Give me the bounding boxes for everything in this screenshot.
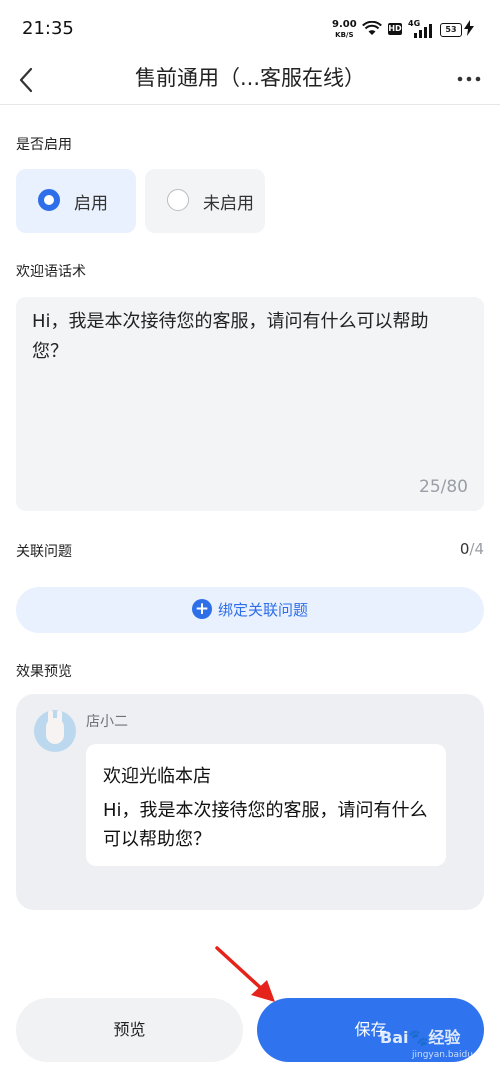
wifi-icon [362, 20, 382, 41]
related-count-current: 0 [459, 540, 470, 558]
page-title: 售前通用（...客服在线） [134, 66, 366, 90]
charging-icon [464, 20, 474, 40]
related-count: 0/4 [420, 540, 484, 558]
radio-selected-icon [38, 189, 60, 211]
network-speed-unit: KB/S [335, 31, 354, 39]
more-icon [457, 76, 481, 82]
enable-label: 是否启用 [16, 137, 72, 153]
watermark-url: jingyan.baidu.com [412, 1050, 496, 1060]
radio-unselected-icon [167, 189, 189, 211]
header-divider [0, 104, 500, 105]
welcome-label: 欢迎语话术 [16, 264, 86, 280]
bind-question-label: 绑定关联问题 [217, 601, 308, 619]
welcome-textarea[interactable]: Hi，我是本次接待您的客服，请问有什么可以帮助您？ 25/80 [16, 297, 484, 511]
message-bubble: 欢迎光临本店 Hi，我是本次接待您的客服，请问有什么可以帮助您？ [86, 744, 446, 866]
radio-enabled-label: 启用 [74, 194, 108, 214]
radio-enabled[interactable]: 启用 [16, 169, 136, 233]
related-count-total: /4 [469, 540, 484, 558]
plus-icon: + [191, 598, 212, 619]
battery-icon: 53 [440, 23, 462, 37]
status-bar: 21:35 9.00 KB/S HD 4G 53 [0, 0, 500, 60]
shop-name: 店小二 [86, 714, 128, 730]
network-speed: 9.00 KB/S [332, 20, 357, 40]
preview-label: 效果预览 [16, 664, 72, 680]
bubble-title: 欢迎光临本店 [103, 766, 211, 787]
hd-icon: HD [388, 23, 402, 35]
avatar [34, 710, 76, 752]
more-button[interactable] [456, 62, 482, 98]
network-speed-value: 9.00 [332, 19, 357, 30]
welcome-text: Hi，我是本次接待您的客服，请问有什么可以帮助您？ [32, 311, 429, 362]
watermark-logo: Bai🐾经验 [380, 1028, 461, 1047]
radio-disabled-label: 未启用 [203, 194, 254, 214]
signal-icon [412, 23, 434, 42]
red-arrow-icon [205, 940, 295, 1020]
bubble-text: Hi，我是本次接待您的客服，请问有什么可以帮助您？ [103, 800, 428, 850]
char-count: 25/80 [419, 477, 468, 497]
related-label: 关联问题 [16, 544, 72, 560]
preview-card: 店小二 欢迎光临本店 Hi，我是本次接待您的客服，请问有什么可以帮助您？ [16, 694, 484, 910]
radio-disabled[interactable]: 未启用 [145, 169, 265, 233]
status-time: 21:35 [22, 18, 74, 39]
bind-question-button[interactable]: + 绑定关联问题 [16, 587, 484, 633]
